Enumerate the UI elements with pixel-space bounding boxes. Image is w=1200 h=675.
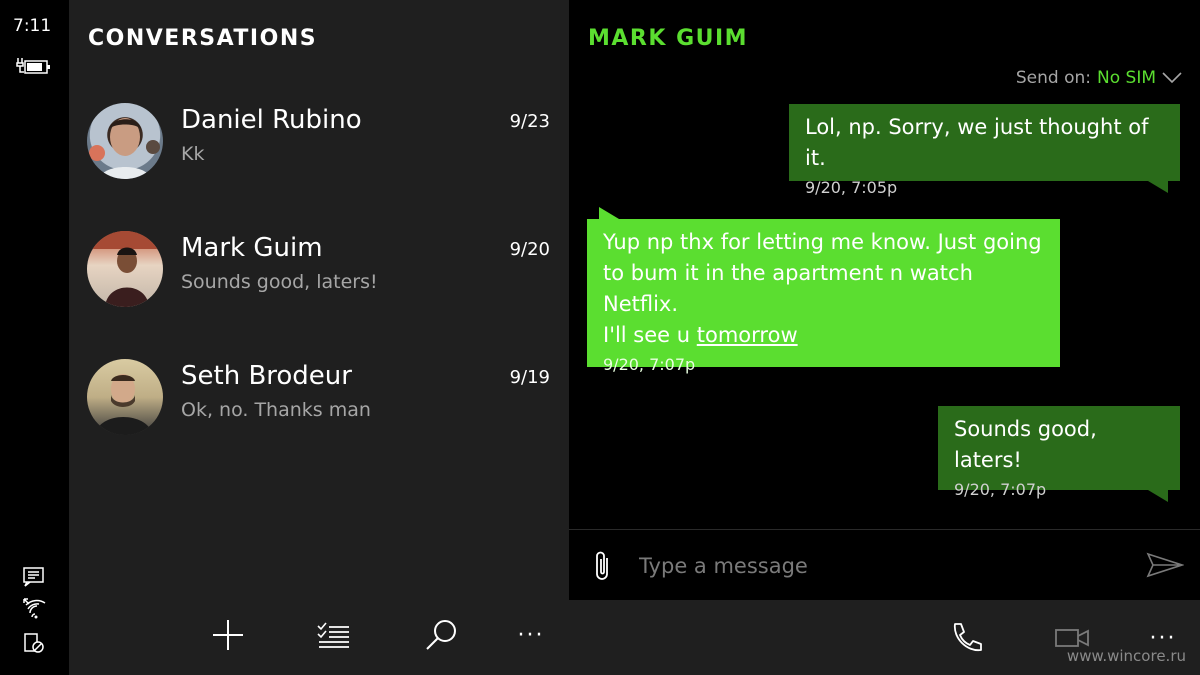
conversations-pane: CONVERSATIONS Daniel Rubino Kk 9/23 Mark… xyxy=(69,0,569,675)
message-input[interactable] xyxy=(639,548,1119,584)
watermark: www.wincore.ru xyxy=(1066,647,1186,665)
send-on-selector[interactable]: Send on: No SIM xyxy=(1016,68,1182,88)
conversation-date: 9/23 xyxy=(509,111,550,132)
avatar xyxy=(87,231,163,307)
video-camera-icon xyxy=(1055,629,1089,647)
message-text: Lol, np. Sorry, we just thought of it. xyxy=(805,115,1156,170)
chat-app-bar: ··· www.wincore.ru xyxy=(569,600,1200,675)
avatar xyxy=(87,103,163,179)
attach-button[interactable] xyxy=(593,550,613,586)
status-bar: 7:11 xyxy=(0,0,69,675)
conversation-date: 9/20 xyxy=(509,239,550,260)
clock: 7:11 xyxy=(13,16,52,36)
wifi-icon xyxy=(22,597,48,625)
bubble-tail xyxy=(1148,490,1168,502)
phone-icon xyxy=(954,623,982,651)
message-link-tomorrow[interactable]: tomorrow xyxy=(697,323,798,347)
new-message-button[interactable] xyxy=(208,615,248,655)
plus-icon xyxy=(213,620,243,650)
rotation-lock-icon xyxy=(22,632,46,658)
conversation-item-seth-brodeur[interactable]: Seth Brodeur Ok, no. Thanks man 9/19 xyxy=(69,359,569,487)
battery-charging-icon xyxy=(16,56,52,80)
conversations-app-bar: ··· xyxy=(69,597,569,675)
checklist-icon xyxy=(317,622,349,648)
bubble-tail xyxy=(599,207,619,219)
message-text-body: Yup np thx for letting me know. Just goi… xyxy=(603,230,1042,347)
paperclip-icon xyxy=(596,551,608,580)
conversation-item-daniel-rubino[interactable]: Daniel Rubino Kk 9/23 xyxy=(69,103,569,231)
chat-pane: MARK GUIM Send on: No SIM Lol, np. Sorry… xyxy=(569,0,1200,675)
send-button[interactable] xyxy=(1146,552,1185,582)
message-timestamp: 9/20, 7:05p xyxy=(805,178,898,197)
bubble-tail xyxy=(1148,181,1168,193)
avatar xyxy=(87,359,163,435)
search-icon xyxy=(426,620,456,650)
conversation-name: Seth Brodeur xyxy=(181,361,352,391)
message-text: Sounds good, laters! xyxy=(954,417,1104,472)
conversation-name: Daniel Rubino xyxy=(181,105,362,135)
call-button[interactable] xyxy=(946,618,986,658)
send-icon xyxy=(1146,552,1185,578)
conversation-preview: Sounds good, laters! xyxy=(181,271,378,293)
conversation-name: Mark Guim xyxy=(181,233,323,263)
conversation-preview: Kk xyxy=(181,143,205,165)
conversation-preview: Ok, no. Thanks man xyxy=(181,399,371,421)
message-bubble-incoming: Yup np thx for letting me know. Just goi… xyxy=(587,219,1060,374)
send-on-label: Send on: xyxy=(1015,68,1091,88)
more-button[interactable]: ··· xyxy=(511,615,551,655)
message-bubble-outgoing: Lol, np. Sorry, we just thought of it. 9… xyxy=(789,104,1180,197)
select-button[interactable] xyxy=(314,615,354,655)
message-timestamp: 9/20, 7:07p xyxy=(603,355,696,374)
chevron-down-icon xyxy=(1162,72,1182,84)
action-center-icon[interactable] xyxy=(22,566,46,592)
conversation-date: 9/19 xyxy=(509,367,550,388)
message-bubble-outgoing: Sounds good, laters! 9/20, 7:07p xyxy=(938,406,1180,499)
message-text: Yup np thx for letting me know. Just goi… xyxy=(603,227,1044,351)
conversation-item-mark-guim[interactable]: Mark Guim Sounds good, laters! 9/20 xyxy=(69,231,569,359)
search-button[interactable] xyxy=(421,615,461,655)
send-on-sim: No SIM xyxy=(1097,68,1156,88)
message-timestamp: 9/20, 7:07p xyxy=(954,480,1047,499)
chat-title: MARK GUIM xyxy=(588,26,749,51)
conversations-title: CONVERSATIONS xyxy=(88,26,318,51)
message-composer xyxy=(569,529,1200,600)
